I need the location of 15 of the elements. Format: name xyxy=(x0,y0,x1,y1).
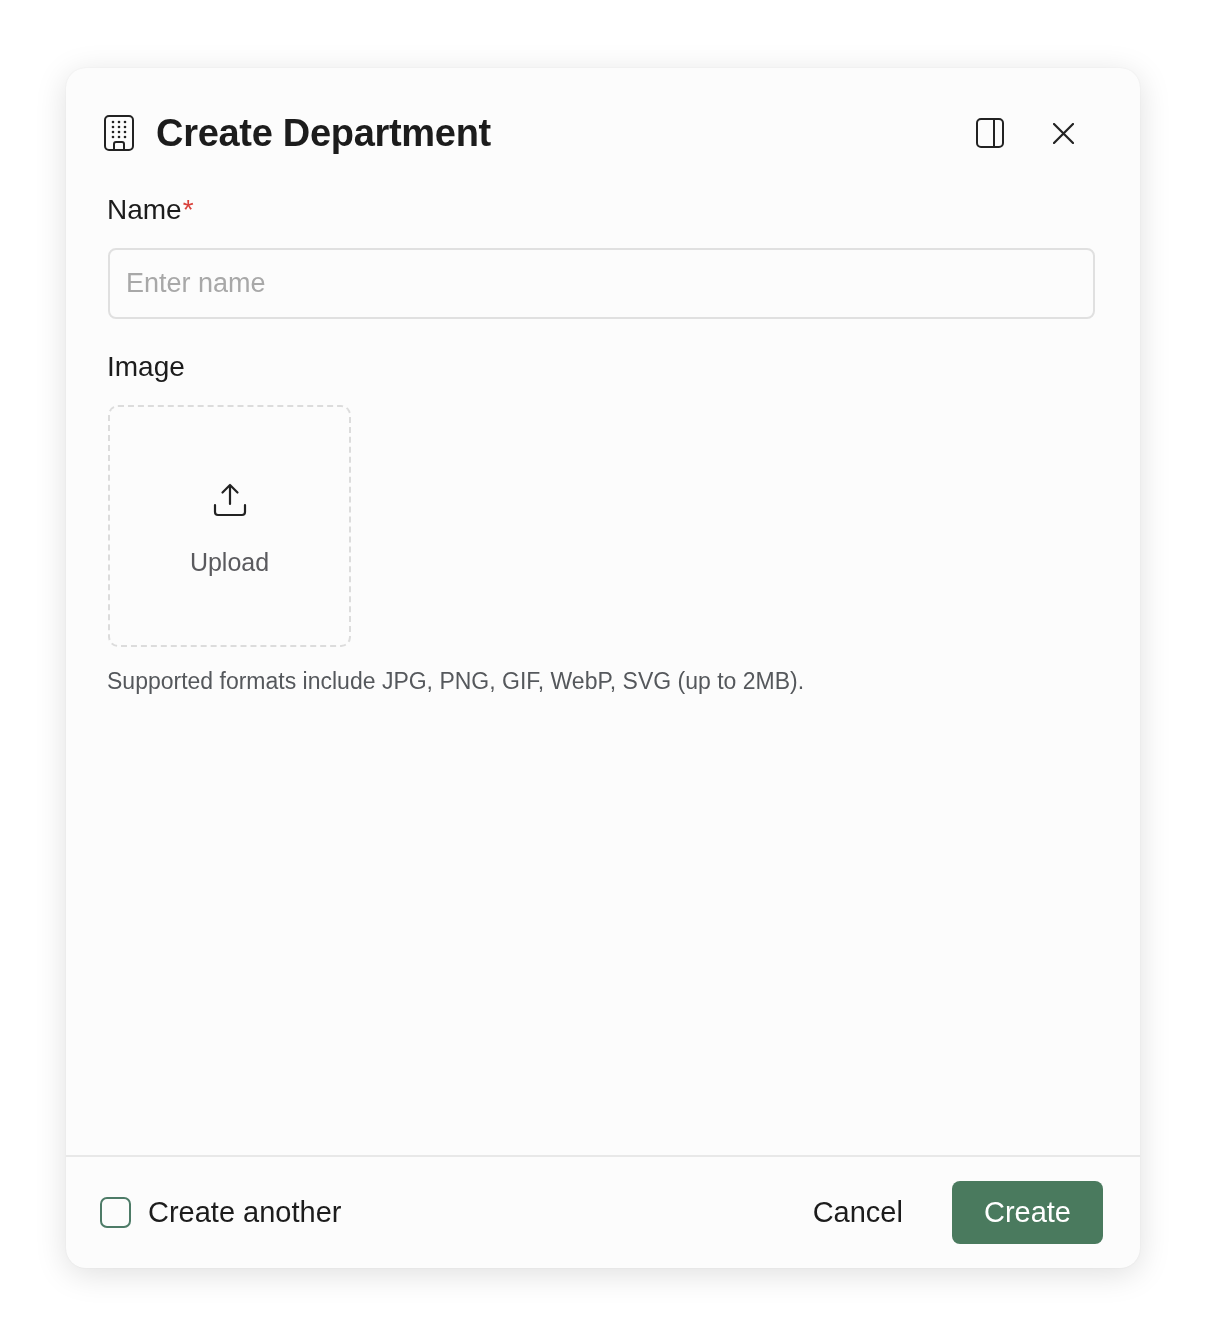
cancel-button[interactable]: Cancel xyxy=(798,1181,917,1244)
upload-dropzone[interactable]: Upload xyxy=(108,405,351,647)
field-label: Name xyxy=(107,193,182,227)
required-mark: * xyxy=(182,193,194,227)
checkbox-label[interactable]: Create another xyxy=(148,1196,342,1229)
close-icon[interactable] xyxy=(1053,122,1074,144)
create-button[interactable]: Create xyxy=(951,1181,1103,1244)
checkbox[interactable] xyxy=(100,1197,131,1228)
help-text: Supported formats include JPG, PNG, GIF, WebP, SVG (up to 2MB). xyxy=(107,667,805,696)
name-input[interactable]: Enter name xyxy=(108,248,1095,319)
field-label: Image xyxy=(107,350,185,384)
upload-icon xyxy=(212,483,247,517)
building-icon xyxy=(104,115,134,151)
side-panel-icon[interactable] xyxy=(976,118,1004,148)
dialog-title: Create Department xyxy=(156,111,491,155)
